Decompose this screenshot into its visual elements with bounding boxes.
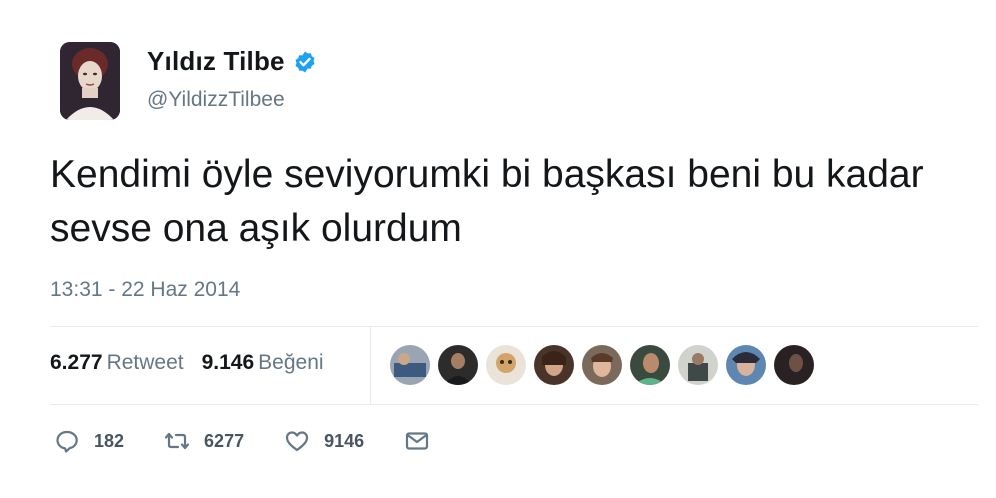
divider [50, 326, 978, 327]
retweet-label: Retweet [106, 351, 184, 374]
liker-avatar[interactable] [390, 345, 430, 385]
direct-message-button[interactable] [404, 428, 430, 454]
user-handle[interactable]: @YildizzTilbee [147, 88, 285, 112]
retweet-count: 6.277 [50, 351, 103, 374]
liker-avatar[interactable] [438, 345, 478, 385]
like-count: 9.146 [201, 351, 255, 374]
like-button[interactable]: 9146 [284, 428, 364, 454]
liker-avatar[interactable] [534, 345, 574, 385]
reply-button[interactable]: 182 [54, 428, 124, 454]
like-stat[interactable]: 9.146 Beğeni [202, 351, 324, 375]
like-label: Beğeni [258, 351, 324, 374]
profile-photo [60, 42, 120, 120]
liker-avatar[interactable] [582, 345, 622, 385]
liker-avatar[interactable] [486, 345, 526, 385]
avatar[interactable] [60, 42, 120, 120]
reply-icon [54, 428, 80, 454]
liker-avatar[interactable] [774, 345, 814, 385]
stats-separator [370, 326, 371, 404]
envelope-icon [404, 428, 430, 454]
retweet-icon [164, 428, 190, 454]
tweet-card: Yıldız Tilbe @YildizzTilbee Kendimi öyle… [0, 0, 996, 498]
retweet-action-count: 6277 [204, 430, 245, 451]
like-action-count: 9146 [324, 430, 365, 451]
tweet-actions: 182 6277 9146 [54, 428, 470, 454]
name-row: Yıldız Tilbe [147, 46, 317, 77]
tweet-timestamp[interactable]: 13:31 - 22 Haz 2014 [50, 278, 240, 302]
display-name[interactable]: Yıldız Tilbe [147, 46, 285, 77]
divider [50, 404, 978, 405]
retweet-button[interactable]: 6277 [164, 428, 244, 454]
liker-avatar[interactable] [630, 345, 670, 385]
liker-avatar[interactable] [726, 345, 766, 385]
retweet-stat[interactable]: 6.277 Retweet [50, 351, 184, 375]
tweet-text: Kendimi öyle seviyorumki bi başkası beni… [50, 153, 924, 250]
reply-count: 182 [94, 430, 125, 451]
heart-icon [284, 428, 310, 454]
engagement-stats: 6.277 Retweet 9.146 Beğeni [50, 351, 342, 375]
liker-avatars [390, 345, 822, 385]
verified-badge-icon [293, 50, 317, 74]
liker-avatar[interactable] [678, 345, 718, 385]
